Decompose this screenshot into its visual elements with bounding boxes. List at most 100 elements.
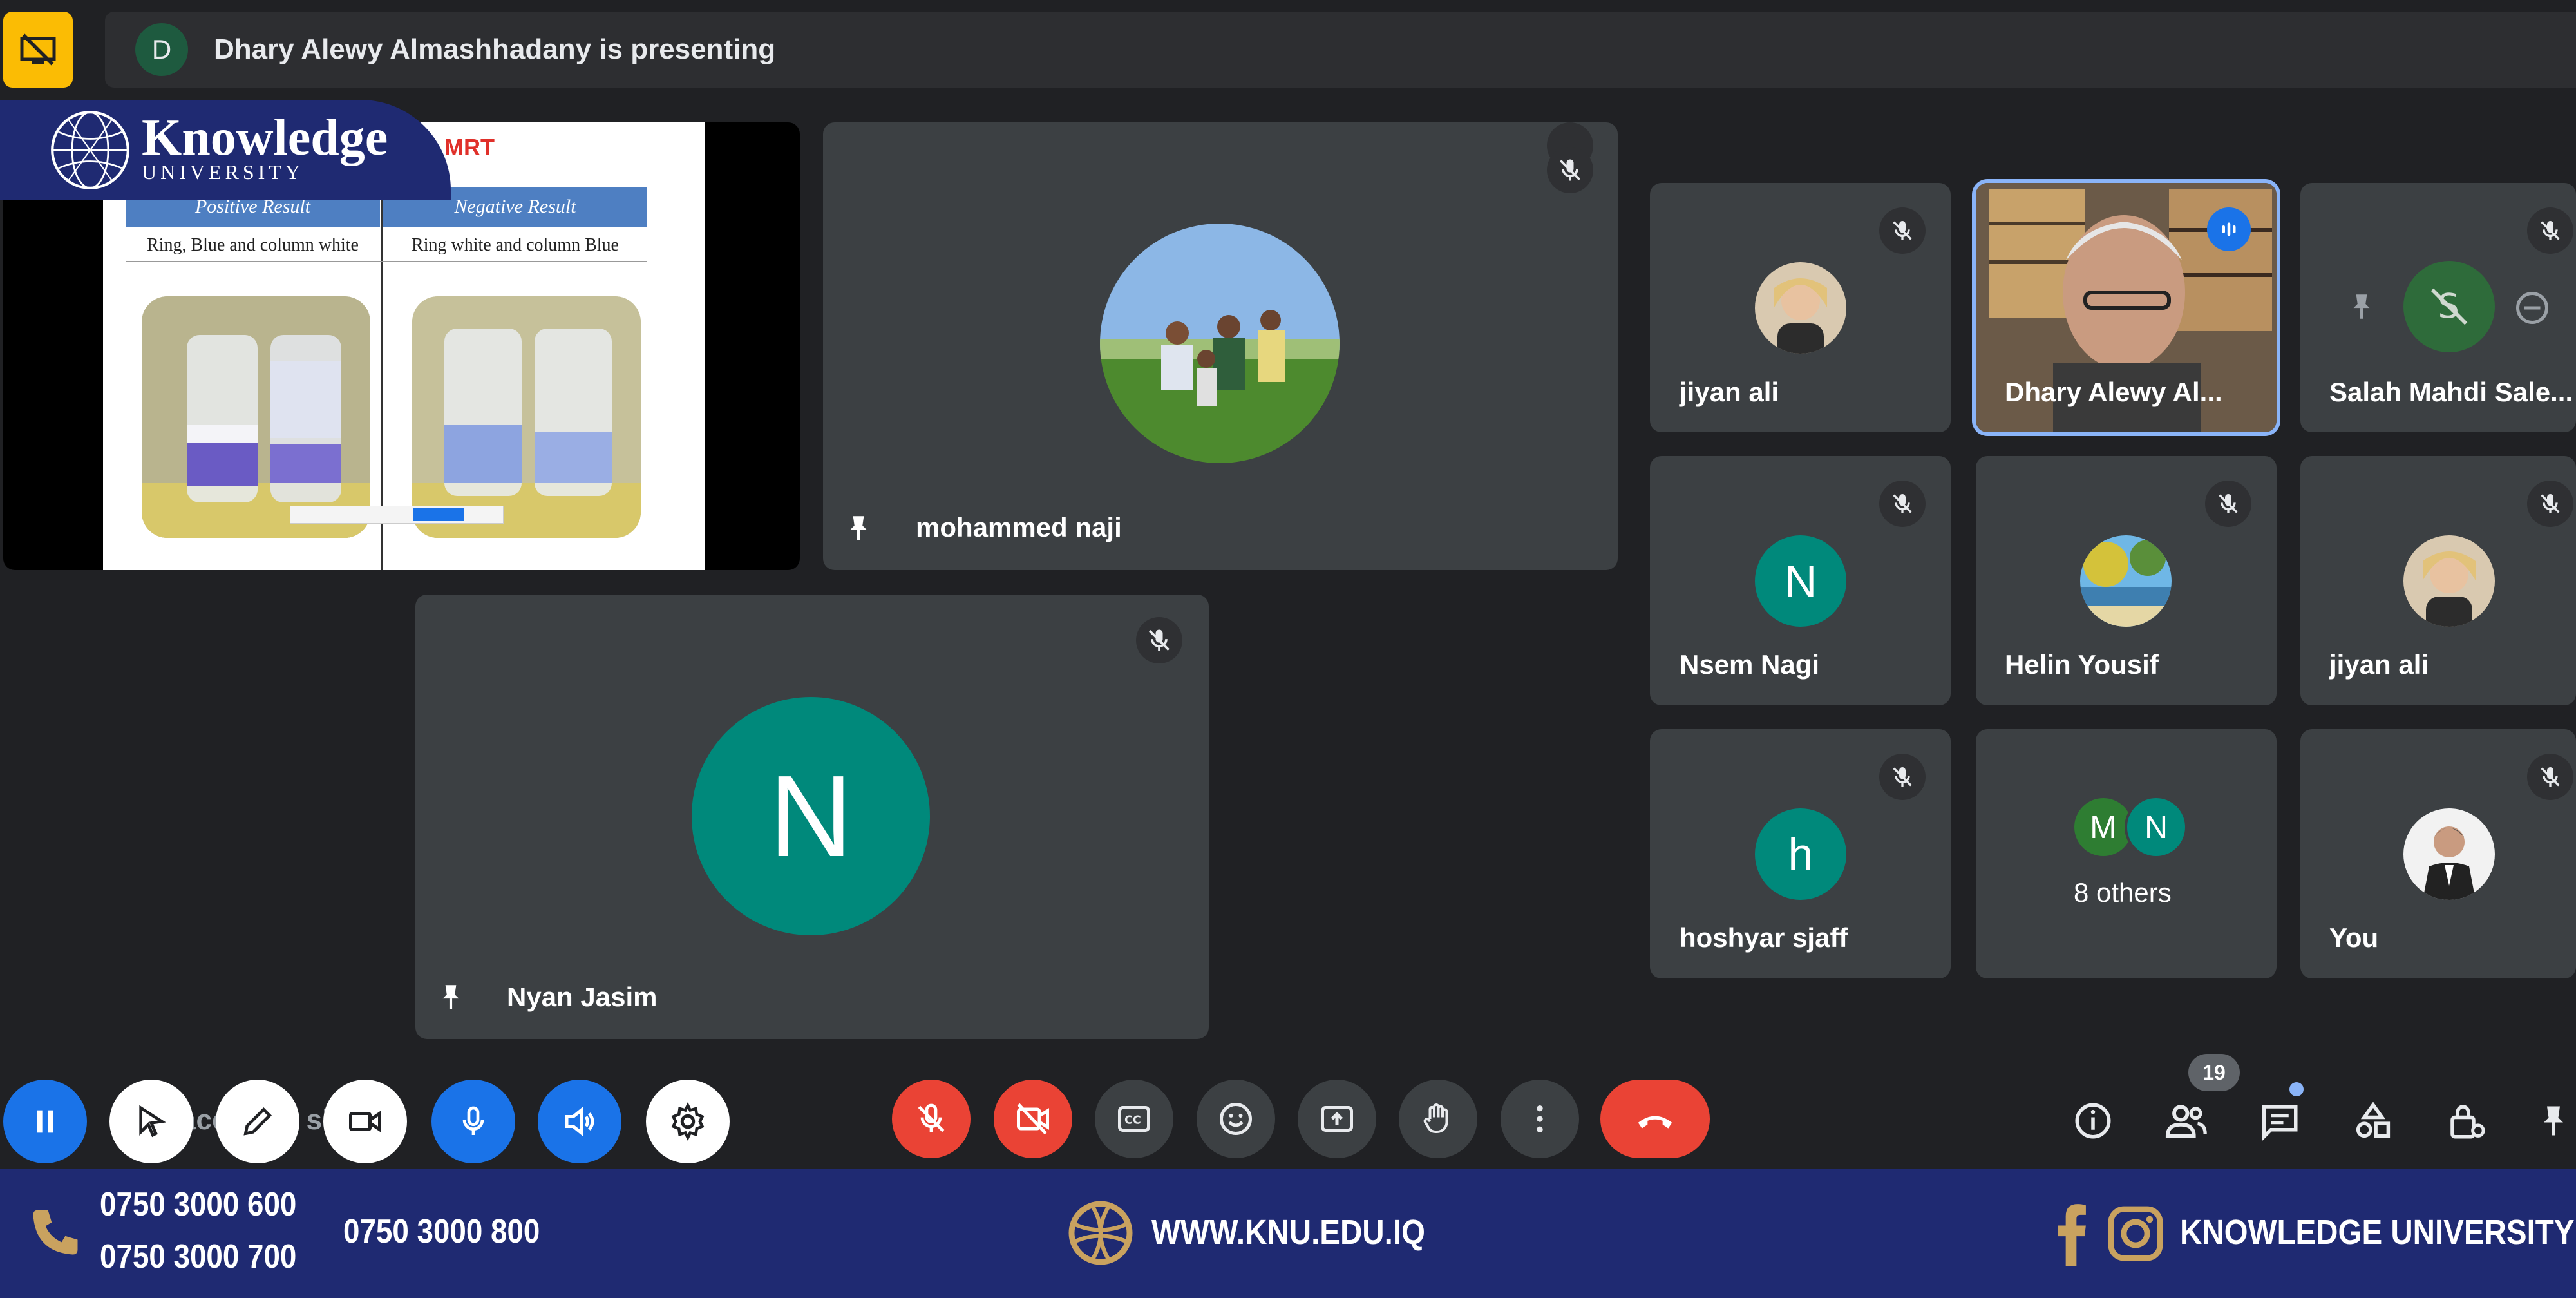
reactions-button[interactable] <box>1197 1080 1275 1158</box>
pen-tool-button[interactable] <box>216 1080 299 1163</box>
hang-up-icon <box>1638 1116 1672 1129</box>
raise-hand-button[interactable] <box>1399 1080 1477 1158</box>
chat-button[interactable] <box>2254 1095 2306 1147</box>
activities-button[interactable] <box>2347 1095 2399 1147</box>
others-count-label: 8 others <box>2074 877 2172 908</box>
participant-avatar-mohammed-naji <box>1100 224 1340 463</box>
participant-name: jiyan ali <box>2329 649 2429 680</box>
muted-mic-icon <box>1879 481 1926 527</box>
participant-avatar-jiyan-ali <box>1755 262 1846 354</box>
muted-mic-icon <box>1879 207 1926 254</box>
captions-button[interactable]: CC <box>1095 1080 1173 1158</box>
stop-presenting-button[interactable] <box>3 12 73 88</box>
microphone-icon <box>462 1106 484 1135</box>
svg-text:CC: CC <box>1124 1114 1141 1127</box>
muted-mic-icon <box>2527 207 2573 254</box>
positive-result-description: Ring, Blue and column white <box>147 235 359 255</box>
hand-icon <box>1423 1103 1448 1133</box>
remove-icon[interactable] <box>2513 289 2552 330</box>
captions-icon: CC <box>1118 1106 1150 1132</box>
chat-notification-dot <box>2289 1082 2304 1096</box>
phone-number-2: 0750 3000 700 <box>100 1238 297 1275</box>
university-contact-footer: 0750 3000 600 0750 3000 700 0750 3000 80… <box>0 1169 2576 1298</box>
phone-number-3: 0750 3000 800 <box>343 1213 540 1250</box>
participant-count-badge: 19 <box>2188 1054 2240 1091</box>
emoji-icon <box>1220 1103 1252 1135</box>
speaker-tool-button[interactable] <box>538 1080 621 1163</box>
gear-icon <box>671 1102 705 1141</box>
pin-icon[interactable] <box>435 978 467 1020</box>
microphone-tool-button[interactable] <box>431 1080 515 1163</box>
camera-off-icon <box>1017 1103 1049 1135</box>
slide-toolbar-strip <box>290 506 504 524</box>
others-avatar-n: N <box>2125 796 2188 859</box>
speaking-indicator-icon <box>2207 207 2251 251</box>
chat-icon <box>2262 1105 2298 1141</box>
present-now-button[interactable] <box>1298 1080 1376 1158</box>
present-screen-icon <box>1321 1106 1353 1132</box>
pointer-tool-button[interactable] <box>109 1080 193 1163</box>
participant-avatar-hoshyar-sjaff: h <box>1755 808 1846 900</box>
participant-name: mohammed naji <box>916 512 1122 542</box>
participant-name: jiyan ali <box>1680 377 1779 407</box>
muted-mic-icon <box>1136 617 1182 663</box>
participant-name: You <box>2329 922 2379 953</box>
pin-icon[interactable] <box>2345 289 2378 328</box>
participant-avatar-jiyan-ali-2 <box>2403 535 2495 627</box>
video-camera-icon <box>349 1110 381 1133</box>
people-icon <box>2165 1105 2207 1138</box>
logo-name: Knowledge <box>142 110 388 166</box>
participant-name: Dhary Alewy Al... <box>2005 377 2222 407</box>
people-button[interactable] <box>2161 1095 2212 1147</box>
stop-presenting-icon <box>20 33 56 66</box>
more-vertical-icon <box>1537 1105 1543 1132</box>
pin-icon[interactable] <box>842 509 875 551</box>
participant-avatar-you <box>2403 808 2495 900</box>
slide-title-fragment: MRT <box>444 134 495 160</box>
participant-name: Salah Mahdi Sale... <box>2329 377 2573 407</box>
participant-name: Helin Yousif <box>2005 649 2159 680</box>
globe-logo-icon <box>51 110 129 189</box>
participant-tile-others[interactable] <box>1976 729 2277 978</box>
website-url: WWW.KNU.EDU.IQ <box>1151 1213 1425 1252</box>
info-icon <box>2075 1103 2111 1139</box>
pencil-icon <box>243 1107 272 1136</box>
cursor-arrow-icon <box>139 1105 166 1138</box>
participant-avatar-helin-yousif <box>2080 535 2172 627</box>
extra-control-button[interactable] <box>2531 1095 2576 1147</box>
pause-icon <box>37 1110 53 1133</box>
participant-avatar-nyan-jasim: N <box>692 697 930 935</box>
phone-number-1: 0750 3000 600 <box>100 1186 297 1223</box>
host-controls-button[interactable] <box>2441 1095 2492 1147</box>
social-handle: KNOWLEDGE UNIVERSITY <box>2180 1213 2575 1252</box>
participant-name: Nsem Nagi <box>1680 649 1820 680</box>
instagram-icon <box>2108 1206 2163 1261</box>
meeting-details-button[interactable] <box>2067 1095 2119 1147</box>
more-options-button[interactable] <box>1501 1080 1579 1158</box>
leave-call-button[interactable] <box>1600 1080 1710 1158</box>
lock-person-icon <box>2450 1105 2485 1139</box>
muted-mic-icon <box>2205 481 2251 527</box>
negative-result-description: Ring white and column Blue <box>412 235 619 255</box>
muted-mic-icon <box>2527 481 2573 527</box>
microphone-off-button[interactable] <box>892 1080 971 1158</box>
pin-partial-icon <box>2544 1106 2563 1136</box>
presenting-banner: D Dhary Alewy Almashhadany is presenting <box>105 12 2576 88</box>
activities-shapes-icon <box>2356 1102 2391 1138</box>
camera-off-button[interactable] <box>994 1080 1072 1158</box>
muted-mic-icon <box>2527 754 2573 800</box>
positive-result-photo <box>142 296 370 538</box>
negative-result-photo <box>412 296 641 538</box>
presenting-text: Dhary Alewy Almashhadany is presenting <box>214 33 776 65</box>
phone-icon <box>33 1210 78 1255</box>
slide-rule <box>126 261 647 262</box>
speaker-icon <box>565 1107 594 1136</box>
facebook-icon <box>2058 1204 2086 1266</box>
settings-tool-button[interactable] <box>646 1080 730 1163</box>
participant-name: hoshyar sjaff <box>1680 922 1848 953</box>
presenter-avatar: D <box>135 23 188 76</box>
muted-mic-icon <box>1879 754 1926 800</box>
pause-button[interactable] <box>3 1080 87 1163</box>
camera-tool-button[interactable] <box>323 1080 407 1163</box>
participant-avatar-nsem-nagi: N <box>1755 535 1846 627</box>
